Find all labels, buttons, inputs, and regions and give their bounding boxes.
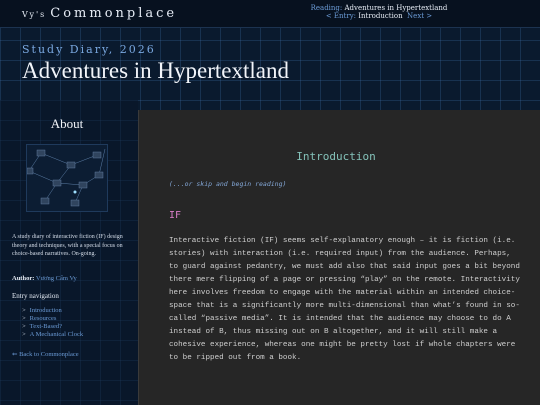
author-name-link[interactable]: Vương Cẩm Vy	[36, 275, 77, 282]
nav-item-mechanical-clock[interactable]: > A Mechanical Clock	[22, 331, 83, 339]
author-label: Author:	[12, 275, 35, 282]
back-to-commonplace-link[interactable]: ⇐ Back to Commonplace	[12, 350, 79, 358]
nav-item-introduction[interactable]: > Introduction	[22, 307, 83, 315]
reading-value: Adventures in Hypertextland	[344, 4, 448, 12]
entry-label: Entry:	[333, 12, 357, 20]
page-header: Study Diary, 2026 Adventures in Hypertex…	[0, 28, 540, 100]
top-bar: Vy's Commonplace Reading: Adventures in H…	[0, 0, 540, 28]
reading-indicator: Reading: Adventures in Hypertextland < E…	[304, 4, 454, 20]
nav-arrow-icon: >	[22, 307, 26, 314]
section-heading: IF	[169, 210, 182, 221]
body-paragraph: Interactive fiction (IF) seems self-expl…	[169, 237, 520, 362]
nav-arrow-icon: >	[22, 331, 26, 338]
main-content: Introduction (...or skip and begin readi…	[138, 110, 540, 405]
next-entry-link[interactable]: Next >	[407, 12, 432, 20]
nav-arrow-icon: >	[22, 315, 26, 322]
sidebar: About A study diary of interactive ficti…	[0, 100, 138, 405]
entry-navigation-heading: Entry navigation	[12, 292, 59, 300]
page-title: Adventures in Hypertextland	[22, 58, 289, 83]
nav-item-resources[interactable]: > Resources	[22, 315, 83, 323]
reading-label: Reading:	[310, 4, 343, 12]
diagram-thumbnail	[26, 144, 108, 212]
site-title[interactable]: Vy's Commonplace	[22, 6, 177, 21]
about-heading: About	[50, 116, 84, 131]
node-graph-image	[26, 148, 106, 207]
skip-link[interactable]: (...or skip and begin reading)	[169, 180, 286, 188]
content-title: Introduction	[296, 150, 376, 163]
nav-arrow-icon: >	[22, 323, 26, 330]
entry-value: Introduction	[358, 12, 403, 20]
entry-navigation-list: > Introduction > Resources > Text-Based? > A…	[22, 307, 83, 339]
nav-item-text-based[interactable]: > Text-Based?	[22, 323, 83, 331]
author-line: Author: Vương Cẩm Vy	[12, 275, 77, 282]
sidebar-description: A study diary of interactive fiction (IF…	[12, 234, 123, 257]
prev-entry-link[interactable]: <	[326, 12, 332, 20]
page-subtitle: Study Diary, 2026	[22, 43, 156, 56]
